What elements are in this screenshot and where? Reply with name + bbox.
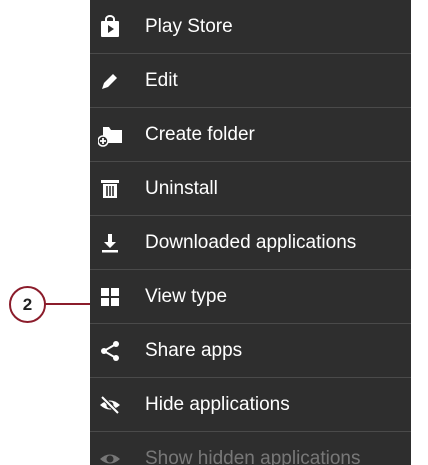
options-menu: Play Store Edit Create folder Uninstall … xyxy=(90,0,411,465)
menu-item-label: View type xyxy=(145,285,228,307)
eye-icon xyxy=(98,447,122,465)
eye-slash-icon xyxy=(98,393,122,417)
menu-item-view-type[interactable]: View type xyxy=(90,270,411,324)
step-callout: 2 xyxy=(9,286,46,323)
download-icon xyxy=(98,231,122,255)
menu-item-label: Create folder xyxy=(145,123,255,145)
callout-leader-line xyxy=(45,303,90,305)
menu-item-label: Downloaded applications xyxy=(145,231,357,253)
pencil-icon xyxy=(98,69,122,93)
menu-item-label: Show hidden applications xyxy=(145,447,361,465)
share-icon xyxy=(98,339,122,363)
menu-item-edit[interactable]: Edit xyxy=(90,54,411,108)
menu-item-label: Play Store xyxy=(145,15,233,37)
play-store-icon xyxy=(98,14,122,39)
grid-icon xyxy=(98,285,122,309)
menu-item-play-store[interactable]: Play Store xyxy=(90,0,411,54)
menu-item-share-apps[interactable]: Share apps xyxy=(90,324,411,378)
menu-item-create-folder[interactable]: Create folder xyxy=(90,108,411,162)
trash-icon xyxy=(98,177,122,201)
menu-item-label: Uninstall xyxy=(145,177,218,199)
menu-item-show-hidden-applications[interactable]: Show hidden applications xyxy=(90,432,411,465)
menu-item-label: Edit xyxy=(145,69,178,91)
menu-item-hide-applications[interactable]: Hide applications xyxy=(90,378,411,432)
menu-item-downloaded-applications[interactable]: Downloaded applications xyxy=(90,216,411,270)
menu-item-label: Hide applications xyxy=(145,393,290,415)
menu-item-uninstall[interactable]: Uninstall xyxy=(90,162,411,216)
create-folder-icon xyxy=(98,123,122,147)
menu-item-label: Share apps xyxy=(145,339,243,361)
